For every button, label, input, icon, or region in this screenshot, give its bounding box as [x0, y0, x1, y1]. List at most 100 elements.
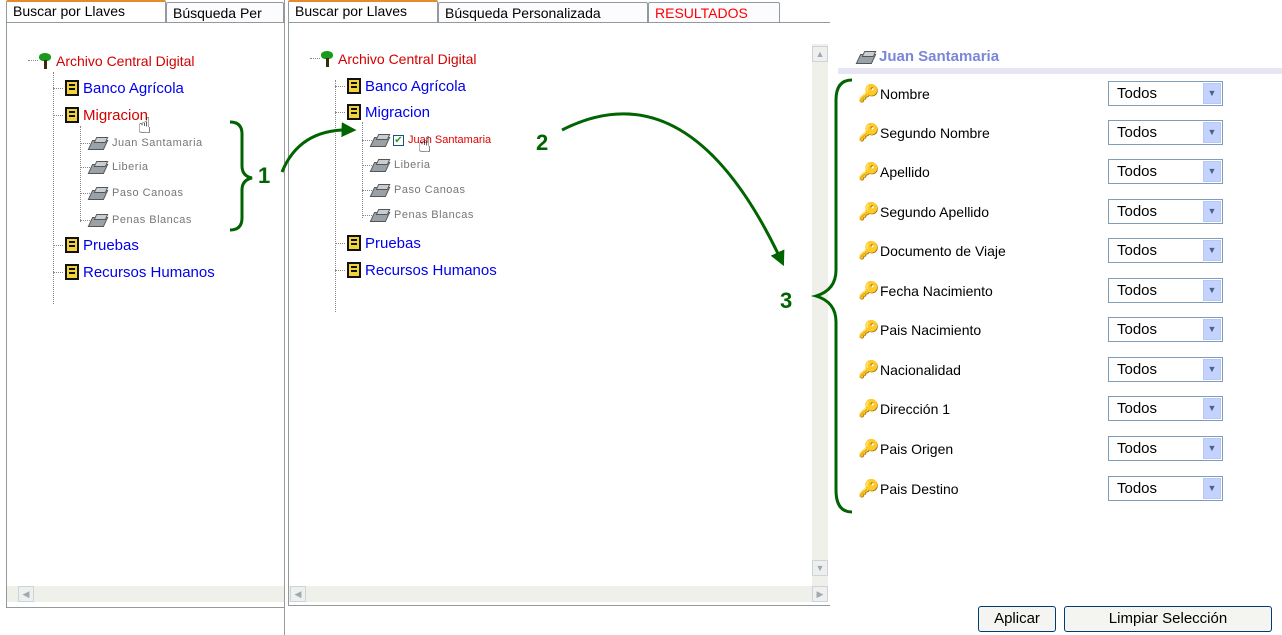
callout-2: 2 — [536, 130, 549, 155]
tree-line — [53, 72, 54, 304]
tree-item-liberia[interactable]: Liberia — [90, 157, 149, 177]
chevron-down-icon[interactable]: ▼ — [1203, 438, 1221, 459]
chevron-down-icon[interactable]: ▼ — [1203, 240, 1221, 261]
chevron-down-icon[interactable]: ▼ — [1203, 161, 1221, 182]
tree-item-label: Juan Santamaria — [112, 137, 203, 149]
checkbox[interactable]: ✔ — [393, 134, 404, 146]
filter-select-pais-destino[interactable]: Todos ▼ — [1108, 476, 1223, 501]
left-scroll-left-button[interactable]: ◀ — [18, 586, 34, 602]
hand-cursor-icon: ☝ — [418, 132, 432, 157]
left-tab-busqueda[interactable]: Búsqueda Per — [166, 2, 284, 24]
filter-row-segundo-apellido: 🔑 Segundo Apellido — [858, 200, 989, 224]
tree-item-penas-blancas[interactable]: Penas Blancas — [90, 210, 192, 230]
tree-item-label: Pruebas — [83, 236, 139, 254]
tree-line — [362, 122, 363, 218]
tree-root[interactable]: Archivo Central Digital — [38, 51, 195, 71]
tab-resultados[interactable]: RESULTADOS — [648, 2, 780, 24]
select-value: Todos — [1117, 203, 1158, 220]
filter-select-nombre[interactable]: Todos ▼ — [1108, 81, 1223, 106]
tree-item-migracion[interactable]: Migracion — [65, 105, 148, 125]
tree-line — [335, 270, 345, 271]
key-icon: 🔑 — [858, 360, 880, 379]
tree-item-penas-blancas[interactable]: Penas Blancas — [372, 205, 474, 225]
tree-item-liberia[interactable]: Liberia — [372, 155, 431, 175]
drawer-icon — [372, 184, 390, 196]
tree-item-banco[interactable]: Banco Agrícola — [347, 76, 466, 96]
filter-row-fecha-nacimiento: 🔑 Fecha Nacimiento — [858, 279, 993, 303]
filter-label: Segundo Nombre — [880, 125, 990, 141]
tree-line — [53, 115, 63, 116]
filter-select-segundo-nombre[interactable]: Todos ▼ — [1108, 120, 1223, 145]
select-value: Todos — [1117, 282, 1158, 299]
tree-line — [80, 167, 90, 168]
tree-line — [80, 220, 90, 221]
tree-item-recursos-humanos[interactable]: Recursos Humanos — [347, 260, 497, 280]
tree-line — [335, 80, 336, 312]
chevron-down-icon[interactable]: ▼ — [1203, 201, 1221, 222]
tree-item-label: Recursos Humanos — [83, 263, 215, 281]
tree-line — [335, 86, 345, 87]
cabinet-icon — [65, 107, 79, 123]
tree-item-migracion[interactable]: Migracion — [347, 102, 430, 122]
tree-item-paso-canoas[interactable]: Paso Canoas — [372, 180, 466, 200]
filter-select-nacionalidad[interactable]: Todos ▼ — [1108, 357, 1223, 382]
left-hscrollbar[interactable] — [7, 586, 285, 602]
tab-busqueda-personalizada[interactable]: Búsqueda Personalizada — [438, 2, 648, 24]
chevron-down-icon[interactable]: ▼ — [1203, 280, 1221, 301]
cabinet-icon — [347, 262, 361, 278]
filter-label: Dirección 1 — [880, 401, 951, 417]
chevron-down-icon[interactable]: ▼ — [1203, 478, 1221, 499]
drawer-icon — [90, 214, 108, 226]
chevron-down-icon[interactable]: ▼ — [1203, 359, 1221, 380]
apply-button[interactable]: Aplicar — [978, 606, 1056, 632]
tab-buscar-llaves[interactable]: Buscar por Llaves — [288, 0, 438, 22]
cabinet-icon — [347, 104, 361, 120]
chevron-down-icon[interactable]: ▼ — [1203, 83, 1221, 104]
tree-line — [362, 140, 372, 141]
tree-item-juan-santamaria[interactable]: ✔ Juan Santamaria — [372, 130, 491, 150]
select-value: Todos — [1117, 440, 1158, 457]
scroll-up-button[interactable]: ▲ — [812, 46, 828, 62]
tree-item-label: Migracion — [365, 103, 431, 121]
filter-select-documento-viaje[interactable]: Todos ▼ — [1108, 238, 1223, 263]
tree-line — [362, 165, 372, 166]
tree-item-pruebas[interactable]: Pruebas — [65, 235, 139, 255]
clear-selection-button[interactable]: Limpiar Selección — [1064, 606, 1272, 632]
key-icon: 🔑 — [858, 281, 880, 300]
select-value: Todos — [1117, 321, 1158, 338]
key-icon: 🔑 — [858, 320, 880, 339]
tree-item-recursos-humanos[interactable]: Recursos Humanos — [65, 262, 215, 282]
filter-select-direccion-1[interactable]: Todos ▼ — [1108, 396, 1223, 421]
chevron-down-icon[interactable]: ▼ — [1203, 319, 1221, 340]
filter-select-apellido[interactable]: Todos ▼ — [1108, 159, 1223, 184]
tree-icon — [320, 51, 334, 67]
scroll-left-button[interactable]: ◀ — [290, 586, 306, 602]
scroll-down-button[interactable]: ▼ — [812, 560, 828, 576]
filter-select-pais-origen[interactable]: Todos ▼ — [1108, 436, 1223, 461]
select-value: Todos — [1117, 85, 1158, 102]
key-icon: 🔑 — [858, 241, 880, 260]
main-tree-vscrollbar[interactable] — [812, 44, 828, 588]
filter-select-pais-nacimiento[interactable]: Todos ▼ — [1108, 317, 1223, 342]
chevron-down-icon[interactable]: ▼ — [1203, 398, 1221, 419]
filter-row-segundo-nombre: 🔑 Segundo Nombre — [858, 121, 990, 145]
drawer-icon — [372, 209, 390, 221]
callout-3: 3 — [780, 288, 793, 313]
tree-item-banco[interactable]: Banco Agrícola — [65, 78, 184, 98]
chevron-down-icon[interactable]: ▼ — [1203, 122, 1221, 143]
tree-root[interactable]: Archivo Central Digital — [320, 49, 477, 69]
key-icon: 🔑 — [858, 439, 880, 458]
tree-item-paso-canoas[interactable]: Paso Canoas — [90, 183, 184, 203]
main-tree-hscrollbar[interactable] — [289, 586, 828, 602]
cabinet-icon — [65, 264, 79, 280]
filter-select-fecha-nacimiento[interactable]: Todos ▼ — [1108, 278, 1223, 303]
drawer-icon — [90, 137, 108, 149]
left-tab-buscar-llaves[interactable]: Buscar por Llaves — [6, 0, 166, 22]
scroll-right-button[interactable]: ▶ — [812, 586, 828, 602]
callout-1: 1 — [258, 163, 271, 188]
tree-item-pruebas[interactable]: Pruebas — [347, 233, 421, 253]
cabinet-icon — [347, 78, 361, 94]
filter-select-segundo-apellido[interactable]: Todos ▼ — [1108, 199, 1223, 224]
tree-line — [28, 60, 38, 61]
filter-label: Segundo Apellido — [880, 204, 989, 220]
